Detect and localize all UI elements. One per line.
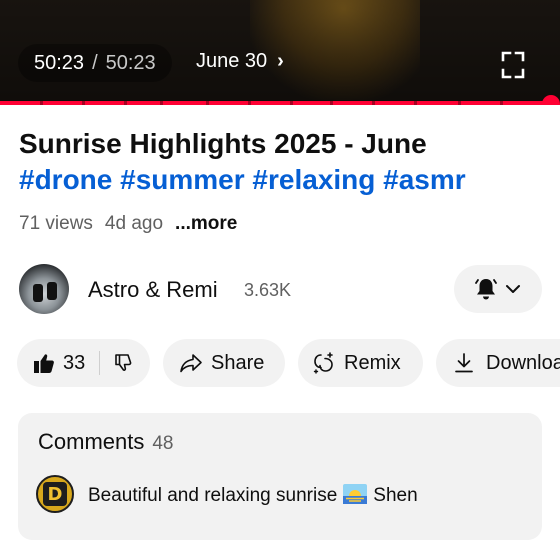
video-meta[interactable]: 71 views 4d ago ...more bbox=[19, 213, 237, 235]
video-player[interactable]: 50:23 / 50:23 June 30 › bbox=[0, 0, 560, 105]
current-time: 50:23 bbox=[34, 51, 85, 74]
progress-bar[interactable] bbox=[0, 101, 552, 105]
video-title[interactable]: Sunrise Highlights 2025 - June #drone #s… bbox=[19, 126, 549, 198]
download-button[interactable]: Download bbox=[436, 339, 560, 387]
chapter-label: June 30 bbox=[196, 50, 268, 72]
chevron-down-icon bbox=[506, 285, 520, 293]
chevron-right-icon: › bbox=[277, 50, 284, 72]
fullscreen-icon bbox=[501, 51, 525, 79]
top-comment-text: Beautiful and relaxing sunrise bbox=[88, 485, 338, 506]
time-separator: / bbox=[92, 51, 98, 74]
commenter-avatar-letter: D bbox=[43, 482, 67, 506]
like-icon bbox=[34, 354, 54, 373]
share-icon bbox=[180, 354, 202, 373]
top-comment: Beautiful and relaxing sunrise Shen bbox=[88, 484, 418, 507]
fullscreen-button[interactable] bbox=[500, 50, 526, 80]
upload-age: 4d ago bbox=[104, 213, 164, 234]
remix-label: Remix bbox=[344, 351, 401, 374]
top-comment-suffix: Shen bbox=[373, 485, 418, 506]
title-text: Sunrise Highlights 2025 - June bbox=[19, 128, 427, 159]
download-label: Download bbox=[486, 351, 560, 374]
download-icon bbox=[455, 353, 473, 373]
share-button[interactable]: Share bbox=[163, 339, 285, 387]
share-label: Share bbox=[211, 351, 265, 374]
chapter-button[interactable]: June 30 › bbox=[196, 50, 284, 73]
duration: 50:23 bbox=[105, 51, 156, 74]
dislike-icon bbox=[115, 354, 132, 371]
channel-name[interactable]: Astro & Remi bbox=[88, 277, 218, 303]
comments-header: Comments 48 bbox=[38, 429, 174, 455]
dislike-button[interactable] bbox=[114, 353, 134, 373]
like-count: 33 bbox=[63, 351, 86, 374]
remix-icon bbox=[313, 352, 333, 374]
comments-count: 48 bbox=[152, 433, 174, 454]
sunrise-emoji bbox=[343, 484, 368, 504]
commenter-avatar: D bbox=[36, 475, 74, 513]
notification-button[interactable] bbox=[454, 265, 542, 313]
hashtags[interactable]: #drone #summer #relaxing #asmr bbox=[19, 164, 466, 195]
subscriber-count: 3.63K bbox=[244, 280, 292, 300]
time-display[interactable]: 50:23 / 50:23 bbox=[18, 44, 172, 82]
more-link[interactable]: ...more bbox=[175, 213, 237, 235]
like-button[interactable]: 33 bbox=[33, 352, 85, 375]
bell-icon bbox=[475, 279, 497, 300]
like-dislike-chip: 33 bbox=[17, 339, 150, 387]
comments-panel[interactable]: Comments 48 D Beautiful and relaxing sun… bbox=[18, 413, 542, 540]
comments-label: Comments bbox=[38, 429, 145, 454]
view-count: 71 views bbox=[19, 213, 93, 234]
channel-avatar[interactable] bbox=[19, 264, 69, 314]
chip-divider bbox=[99, 351, 101, 375]
remix-button[interactable]: Remix bbox=[298, 339, 423, 387]
